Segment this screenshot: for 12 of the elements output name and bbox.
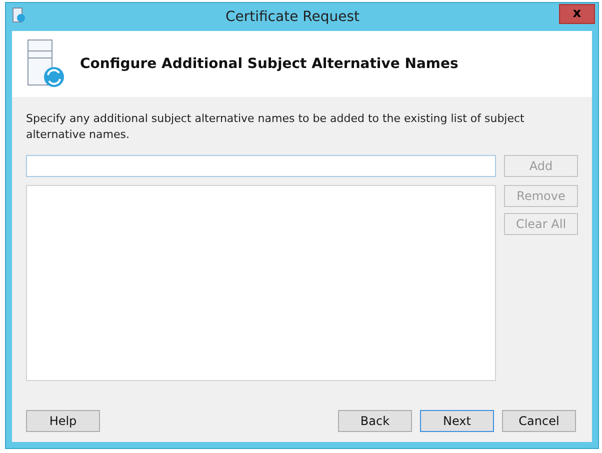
description-text: Specify any additional subject alternative names to be added to the existing list of subject alternative names.: [26, 111, 526, 143]
names-list[interactable]: [26, 184, 496, 381]
server-icon: [26, 39, 66, 89]
footer-button[interactable]: Cancel: [502, 410, 576, 432]
name-input-field[interactable]: [26, 154, 496, 177]
window-title: Certificate Request: [224, 8, 361, 26]
footer-button[interactable]: Back: [338, 410, 412, 432]
footer-button[interactable]: Help: [26, 410, 100, 432]
page-heading: Configure Additional Subject Alternative Names: [80, 56, 458, 72]
footer-button[interactable]: Next: [420, 410, 494, 432]
app-icon: [12, 7, 26, 23]
close-button[interactable]: x: [559, 4, 595, 24]
